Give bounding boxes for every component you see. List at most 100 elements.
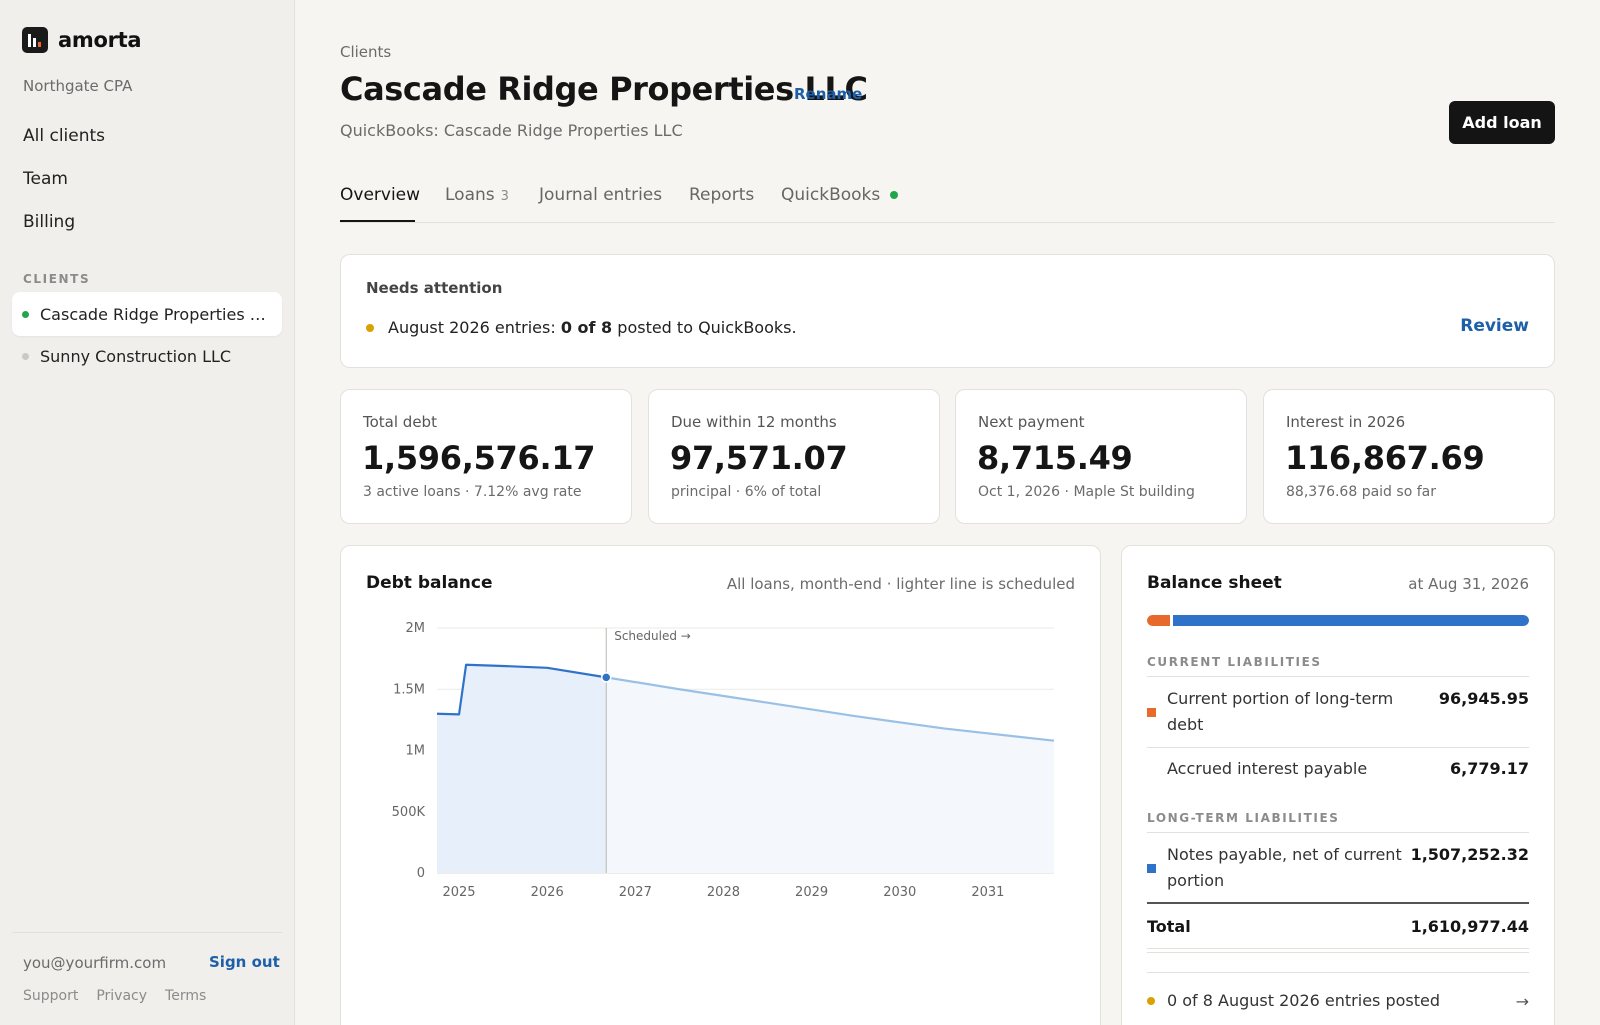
client-name: Sunny Construction LLC bbox=[40, 346, 232, 366]
scheduled-marker-label: Scheduled → bbox=[614, 629, 691, 643]
kpi-note: principal · 6% of total bbox=[671, 484, 822, 500]
x-tick-label: 2028 bbox=[707, 885, 740, 900]
page-title: Cascade Ridge Properties LLC bbox=[340, 70, 868, 108]
rename-link[interactable]: Rename bbox=[794, 85, 862, 103]
warning-dot-icon bbox=[366, 323, 374, 332]
kpi-note: Oct 1, 2026 · Maple St building bbox=[978, 484, 1195, 500]
terms-link[interactable]: Terms bbox=[165, 988, 206, 1004]
quickbooks-company-name: QuickBooks: Cascade Ridge Properties LLC bbox=[340, 121, 683, 140]
liabilities-split-bar bbox=[1147, 615, 1529, 626]
scheduled-area bbox=[606, 677, 1054, 873]
kpi-card-interest-2026: Interest in 2026 116,867.69 88,376.68 pa… bbox=[1263, 389, 1555, 524]
tab-loans[interactable]: Loans 3 bbox=[445, 185, 509, 205]
kpi-label: Due within 12 months bbox=[671, 413, 837, 431]
total-value: 1,610,977.44 bbox=[1410, 917, 1529, 936]
divider bbox=[1147, 948, 1529, 949]
kpi-value: 97,571.07 bbox=[670, 439, 848, 477]
brand[interactable]: amorta bbox=[22, 27, 142, 53]
x-tick-label: 2025 bbox=[442, 885, 475, 900]
kpi-label: Total debt bbox=[363, 413, 437, 431]
chart-title: Debt balance bbox=[366, 573, 493, 593]
add-loan-button[interactable]: Add loan bbox=[1449, 101, 1555, 144]
nav-item-team[interactable]: Team bbox=[23, 167, 105, 210]
balance-row-value: 96,945.95 bbox=[1438, 689, 1529, 708]
tab-overview[interactable]: Overview bbox=[340, 185, 420, 205]
tab-reports[interactable]: Reports bbox=[689, 185, 754, 205]
total-divider bbox=[1147, 902, 1529, 904]
balance-sheet-card: Balance sheet at Aug 31, 2026 CURRENT LI… bbox=[1121, 545, 1555, 1025]
debt-balance-card: Debt balance All loans, month-end · ligh… bbox=[340, 545, 1101, 1025]
tab-journal-entries[interactable]: Journal entries bbox=[539, 185, 662, 205]
tab-bar: Overview Loans 3 Journal entries Reports … bbox=[340, 174, 1555, 223]
active-tab-indicator bbox=[340, 220, 415, 222]
tab-quickbooks[interactable]: QuickBooks bbox=[781, 185, 899, 205]
sign-out-link[interactable]: Sign out bbox=[209, 953, 280, 971]
y-tick-label: 1.5M bbox=[393, 682, 425, 697]
kpi-card-next-payment: Next payment 8,715.49 Oct 1, 2026 · Mapl… bbox=[955, 389, 1247, 524]
divider bbox=[1147, 676, 1529, 677]
y-tick-label: 2M bbox=[406, 621, 426, 636]
review-link[interactable]: Review bbox=[1460, 316, 1529, 336]
longterm-liabilities-segment bbox=[1173, 615, 1529, 626]
privacy-link[interactable]: Privacy bbox=[96, 988, 147, 1004]
attention-message: August 2026 entries: 0 of 8 posted to Qu… bbox=[366, 318, 797, 337]
nav-item-billing[interactable]: Billing bbox=[23, 210, 105, 253]
tab-label: Reports bbox=[689, 185, 755, 205]
longterm-liabilities-label: LONG-TERM LIABILITIES bbox=[1147, 811, 1340, 825]
kpi-value: 8,715.49 bbox=[977, 439, 1133, 477]
client-name: Cascade Ridge Properties L... bbox=[40, 304, 270, 324]
chart-note: All loans, month-end · lighter line is s… bbox=[726, 575, 1075, 593]
main-nav: All clients Team Billing bbox=[23, 124, 105, 253]
posting-status-text: 0 of 8 August 2026 entries posted bbox=[1167, 991, 1441, 1010]
current-balance-point bbox=[600, 672, 612, 683]
balance-sheet-date: at Aug 31, 2026 bbox=[1408, 575, 1529, 593]
tab-label: Journal entries bbox=[539, 185, 663, 205]
breadcrumb[interactable]: Clients bbox=[340, 43, 391, 61]
needs-attention-title: Needs attention bbox=[366, 279, 503, 297]
balance-row-label: Notes payable, net of current portion bbox=[1167, 845, 1402, 890]
current-portion-swatch-icon bbox=[1147, 708, 1156, 717]
attention-prefix: August 2026 entries: bbox=[388, 318, 556, 337]
loan-count-badge: 3 bbox=[500, 189, 509, 204]
divider bbox=[1147, 972, 1529, 973]
user-email: you@yourfirm.com bbox=[23, 954, 167, 972]
attention-suffix: posted to QuickBooks. bbox=[617, 318, 797, 337]
posting-status[interactable]: 0 of 8 August 2026 entries posted bbox=[1147, 991, 1440, 1010]
connected-status-icon bbox=[890, 191, 899, 199]
nav-item-all-clients[interactable]: All clients bbox=[23, 124, 105, 167]
x-tick-label: 2029 bbox=[795, 885, 828, 900]
divider bbox=[1147, 952, 1529, 953]
client-item-cascade[interactable]: Cascade Ridge Properties L... bbox=[12, 292, 282, 336]
divider bbox=[1147, 747, 1529, 748]
clients-section-label: CLIENTS bbox=[23, 272, 91, 286]
client-item-sunny[interactable]: Sunny Construction LLC bbox=[12, 334, 282, 378]
balance-row-label: Current portion of long-term debt bbox=[1167, 689, 1394, 734]
tab-label: Loans bbox=[445, 185, 495, 205]
warning-dot-icon bbox=[1147, 996, 1155, 1005]
footer-links: Support Privacy Terms bbox=[23, 988, 206, 1004]
status-dot-icon bbox=[22, 352, 29, 360]
notes-payable-swatch-icon bbox=[1147, 864, 1156, 873]
y-tick-label: 0 bbox=[417, 866, 425, 881]
attention-count: 0 of 8 bbox=[560, 318, 613, 337]
status-dot-icon bbox=[22, 310, 29, 318]
x-tick-label: 2031 bbox=[971, 885, 1004, 900]
current-liabilities-label: CURRENT LIABILITIES bbox=[1147, 655, 1322, 669]
y-tick-label: 500K bbox=[392, 805, 426, 820]
tab-label: QuickBooks bbox=[781, 185, 881, 205]
arrow-right-icon[interactable]: → bbox=[1516, 992, 1529, 1011]
current-liabilities-segment bbox=[1147, 615, 1170, 626]
x-tick-label: 2026 bbox=[531, 885, 564, 900]
kpi-note: 3 active loans · 7.12% avg rate bbox=[363, 484, 582, 500]
support-link[interactable]: Support bbox=[23, 988, 78, 1004]
kpi-label: Next payment bbox=[978, 413, 1085, 431]
divider bbox=[1147, 832, 1529, 833]
kpi-value: 116,867.69 bbox=[1285, 439, 1485, 477]
balance-sheet-title: Balance sheet bbox=[1147, 573, 1282, 593]
tab-label: Overview bbox=[340, 185, 421, 205]
kpi-card-total-debt: Total debt 1,596,576.17 3 active loans ·… bbox=[340, 389, 632, 524]
brand-logo-icon bbox=[22, 27, 48, 53]
kpi-note: 88,376.68 paid so far bbox=[1286, 484, 1436, 500]
needs-attention-card: Needs attention August 2026 entries: 0 o… bbox=[340, 254, 1555, 368]
x-tick-label: 2030 bbox=[883, 885, 916, 900]
